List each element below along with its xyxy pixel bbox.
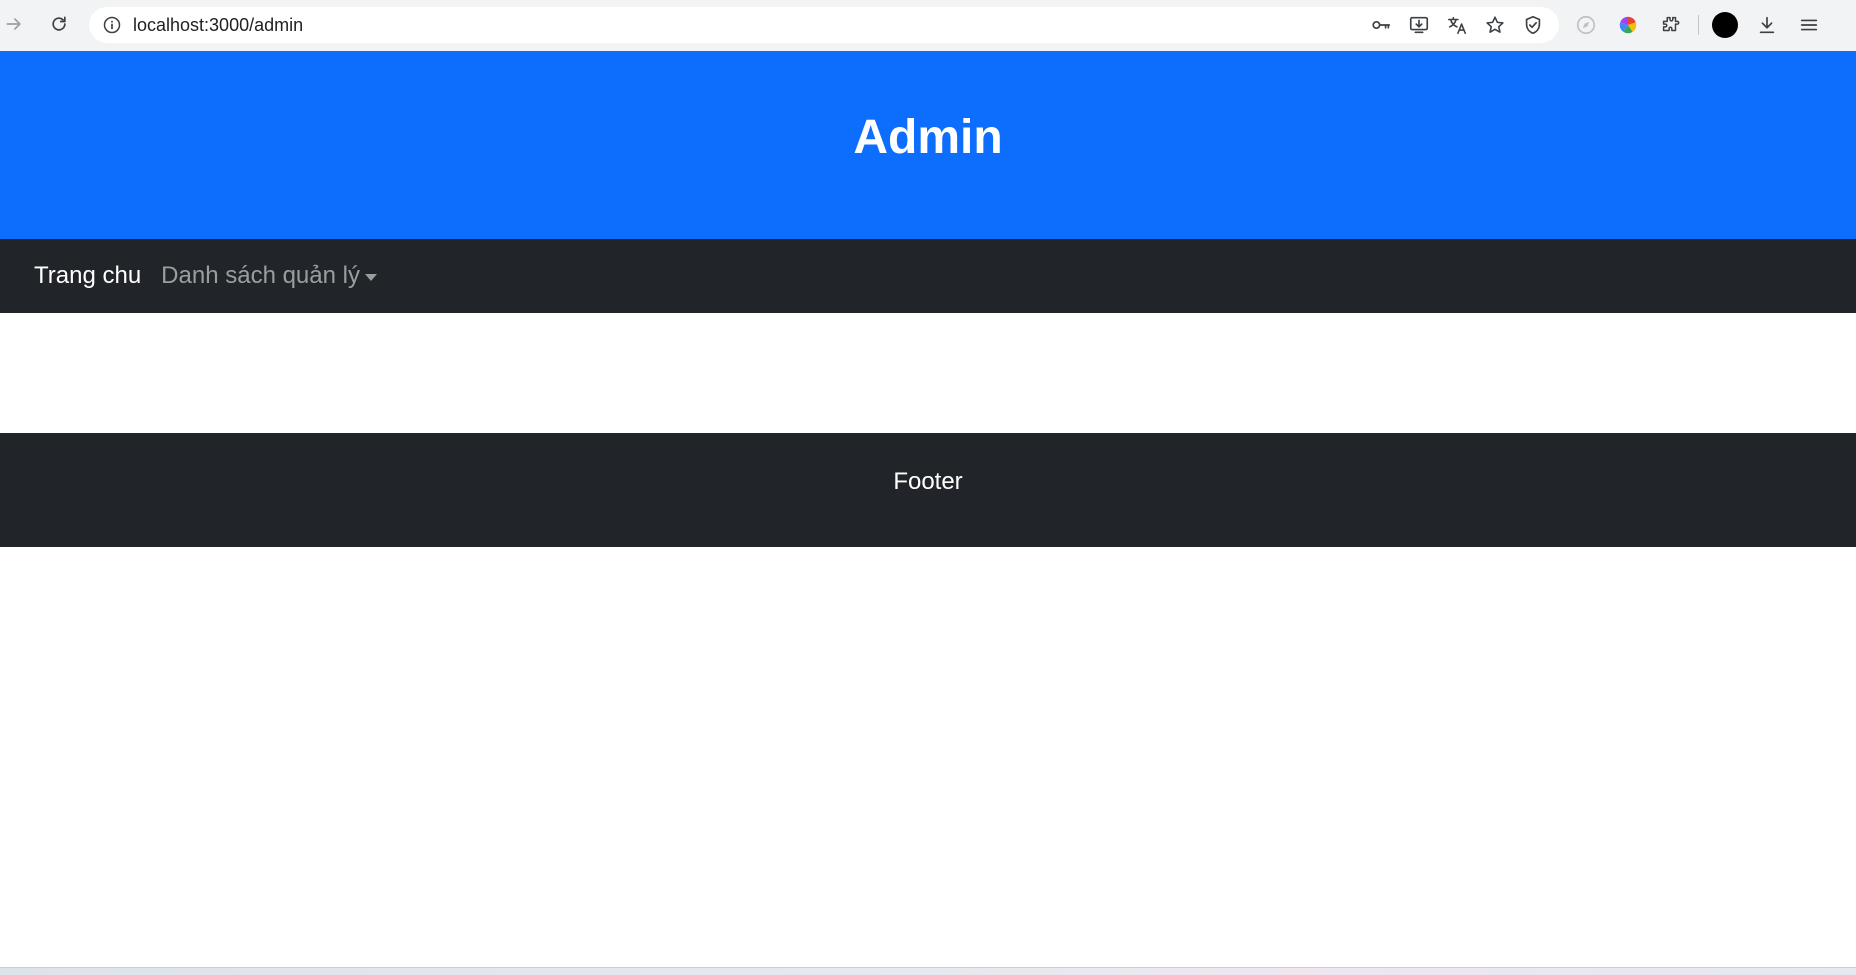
translate-icon[interactable]	[1445, 13, 1469, 37]
footer-text: Footer	[893, 468, 963, 495]
browser-menu-icon[interactable]	[1793, 9, 1825, 41]
page-viewport: Admin Trang chu Danh sách quản lý Footer	[0, 51, 1856, 967]
url-text[interactable]: localhost:3000/admin	[133, 15, 303, 36]
nav-management-label: Danh sách quản lý	[161, 262, 360, 289]
downloads-icon[interactable]	[1751, 9, 1783, 41]
admin-header: Admin	[0, 51, 1856, 239]
reload-button[interactable]	[45, 10, 73, 38]
install-app-icon[interactable]	[1407, 13, 1431, 37]
page-footer: Footer	[0, 433, 1856, 547]
toolbar-divider	[1698, 15, 1699, 35]
site-info-icon[interactable]	[101, 14, 123, 36]
forward-button[interactable]	[0, 10, 28, 38]
shield-extension-icon[interactable]	[1521, 13, 1545, 37]
os-taskbar-edge	[0, 967, 1856, 975]
main-navbar: Trang chu Danh sách quản lý	[0, 239, 1856, 313]
forward-arrow-icon	[6, 18, 21, 30]
caret-down-icon	[364, 273, 377, 281]
bookmark-star-icon[interactable]	[1483, 13, 1507, 37]
compass-extension-icon[interactable]	[1570, 9, 1602, 41]
address-bar[interactable]: localhost:3000/admin	[89, 7, 1559, 43]
browser-toolbar: localhost:3000/admin	[0, 0, 1856, 51]
profile-avatar[interactable]	[1709, 9, 1741, 41]
password-key-icon[interactable]	[1369, 13, 1393, 37]
avatar-icon	[1712, 12, 1738, 38]
color-wheel-extension-icon[interactable]	[1612, 9, 1644, 41]
page-title: Admin	[853, 110, 1003, 164]
extensions-puzzle-icon[interactable]	[1654, 9, 1686, 41]
reload-icon	[52, 16, 66, 31]
nav-home-link[interactable]: Trang chu	[34, 262, 141, 290]
nav-management-dropdown[interactable]: Danh sách quản lý	[161, 262, 377, 290]
